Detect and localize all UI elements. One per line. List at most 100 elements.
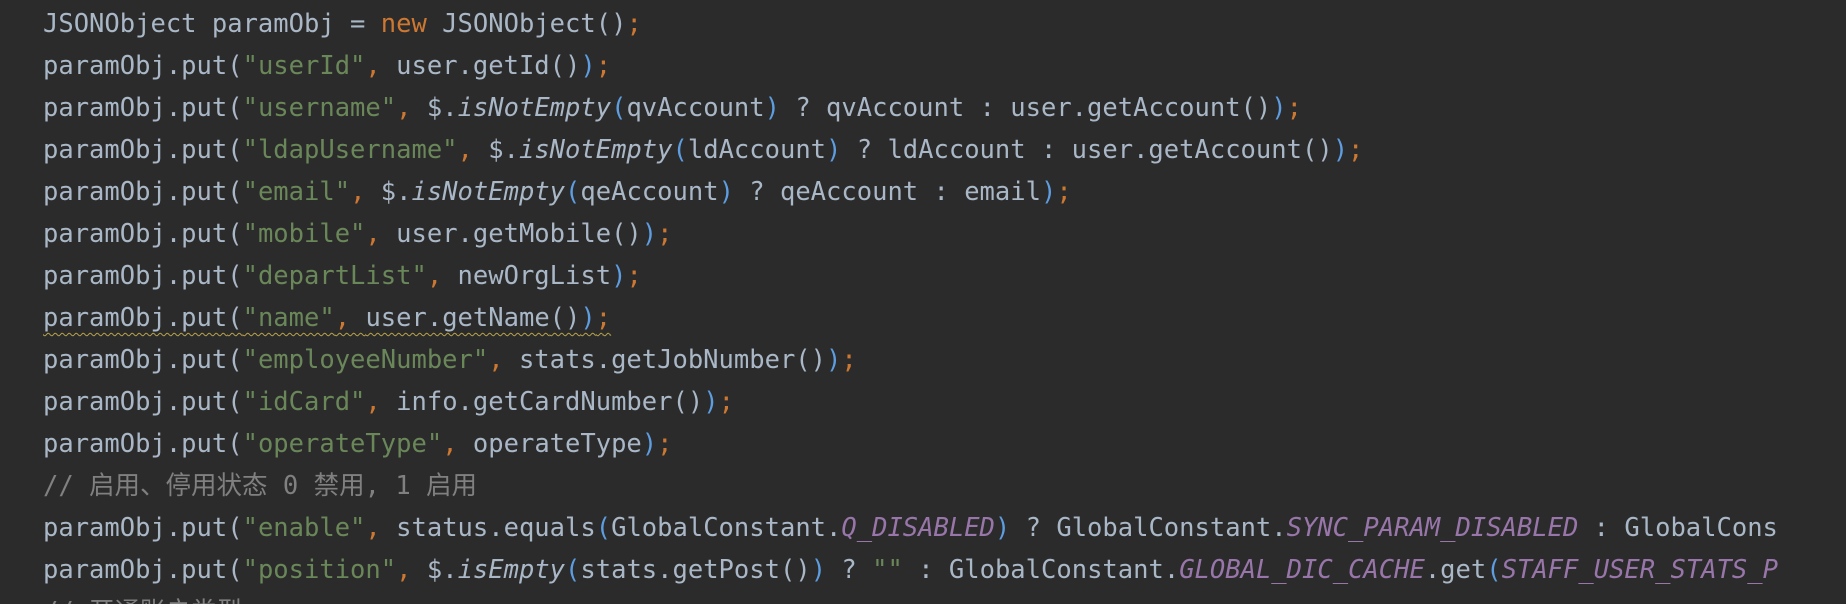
code-token: )	[826, 345, 842, 375]
code-token: newOrgList	[457, 261, 612, 291]
code-token: paramObj.put	[43, 261, 228, 291]
code-token: qeAccount	[580, 177, 719, 207]
code-token: Q_DISABLED	[841, 513, 995, 543]
code-token: ;	[657, 429, 673, 459]
code-token: "email"	[242, 177, 351, 207]
code-line[interactable]: paramObj.put("position", $.isEmpty(stats…	[43, 549, 1778, 591]
code-token: (	[227, 93, 243, 123]
code-token: ? qvAccount : user.getAccount	[779, 93, 1241, 123]
code-token: STAFF_USER_STATS_P	[1501, 555, 1778, 585]
code-line[interactable]: paramObj.put("userId", user.getId());	[43, 45, 1778, 87]
code-token: isEmpty	[457, 555, 566, 585]
code-token: paramObj.put	[43, 303, 228, 333]
code-token: ;	[718, 387, 734, 417]
code-token: ()	[1240, 93, 1272, 123]
code-token: SYNC_PARAM_DISABLED	[1286, 513, 1579, 543]
code-token: ()	[1301, 135, 1333, 165]
code-token: GlobalConstant.	[611, 513, 842, 543]
code-token: paramObj.put	[43, 387, 228, 417]
code-line[interactable]: // 启用、停用状态 0 禁用, 1 启用	[43, 465, 1778, 507]
code-token: )	[580, 51, 596, 81]
code-token: user.getId	[396, 51, 550, 81]
code-token: paramObj.put	[43, 345, 228, 375]
code-token: // 开通账户类型	[43, 597, 242, 604]
code-token: ;	[1286, 93, 1302, 123]
code-token: $.	[426, 555, 458, 585]
code-area[interactable]: JSONObject paramObj = new JSONObject(); p…	[43, 3, 1778, 604]
code-line[interactable]: paramObj.put("username", $.isNotEmpty(qv…	[43, 87, 1778, 129]
code-token: (	[227, 51, 243, 81]
code-token: )	[1332, 135, 1349, 165]
code-token: "idCard"	[242, 387, 366, 417]
code-token: ;	[657, 219, 673, 249]
code-line[interactable]: paramObj.put("operateType", operateType)…	[43, 423, 1778, 465]
code-line[interactable]: paramObj.put("mobile", user.getMobile())…	[43, 213, 1778, 255]
code-token: ? GlobalConstant.	[1010, 513, 1287, 543]
code-token: )	[1040, 177, 1057, 207]
code-token: ,	[442, 429, 473, 459]
code-token: (	[565, 177, 581, 207]
code-token: (	[227, 429, 243, 459]
code-token: ;	[595, 51, 612, 81]
code-token: paramObj.put	[43, 429, 228, 459]
code-line[interactable]: paramObj.put("departList", newOrgList);	[43, 255, 1778, 297]
code-token: ? qeAccount : email	[733, 177, 1041, 207]
code-token: "username"	[242, 93, 397, 123]
code-token: : GlobalCons	[1578, 513, 1778, 543]
code-token: paramObj.put	[43, 93, 228, 123]
code-token: (	[595, 513, 612, 543]
code-line[interactable]: JSONObject paramObj = new JSONObject();	[43, 3, 1778, 45]
code-token: )	[703, 387, 719, 417]
code-token: isNotEmpty	[457, 93, 612, 123]
code-token: user.getMobile	[396, 219, 612, 249]
code-token: ,	[350, 177, 381, 207]
code-line[interactable]: paramObj.put("idCard", info.getCardNumbe…	[43, 381, 1778, 423]
code-token: $.	[488, 135, 519, 165]
code-token: ,	[426, 261, 458, 291]
code-line[interactable]: paramObj.put("name", user.getName());	[43, 297, 1778, 339]
code-line[interactable]: paramObj.put("enable", status.equals(Glo…	[43, 507, 1778, 549]
code-token: ()	[672, 387, 704, 417]
code-token: ()	[795, 345, 827, 375]
code-token: status.equals	[396, 513, 596, 543]
warning-squiggle[interactable]: paramObj.put("name", user.getName());	[43, 303, 611, 333]
code-token: )	[580, 303, 596, 333]
code-token: "departList"	[242, 261, 427, 291]
code-token: ,	[457, 135, 489, 165]
code-token: ,	[365, 51, 397, 81]
code-token: paramObj.put	[43, 177, 228, 207]
code-token: "userId"	[242, 51, 366, 81]
code-editor[interactable]: JSONObject paramObj = new JSONObject(); p…	[0, 0, 1846, 604]
code-line[interactable]: paramObj.put("email", $.isNotEmpty(qeAcc…	[43, 171, 1778, 213]
code-token: (	[227, 135, 243, 165]
code-token: (	[227, 387, 243, 417]
code-token: GLOBAL_DIC_CACHE	[1179, 555, 1425, 585]
code-token: ,	[365, 513, 397, 543]
code-token: ;	[1056, 177, 1072, 207]
code-token: ;	[1348, 135, 1364, 165]
code-line[interactable]: // 开通账户类型	[43, 591, 1778, 604]
code-token: ,	[365, 219, 397, 249]
code-line[interactable]: paramObj.put("ldapUsername", $.isNotEmpt…	[43, 129, 1778, 171]
code-token: ? ldAccount : user.getAccount	[841, 135, 1302, 165]
code-token: stats.getPost	[580, 555, 780, 585]
code-token: : GlobalConstant.	[902, 555, 1180, 585]
code-line[interactable]: paramObj.put("employeeNumber", stats.get…	[43, 339, 1778, 381]
code-token: )	[994, 513, 1011, 543]
code-token: "enable"	[242, 513, 366, 543]
code-token: new	[380, 9, 427, 39]
code-token: (	[227, 261, 243, 291]
code-token: )	[810, 555, 827, 585]
code-token: ,	[396, 555, 427, 585]
code-token: operateType	[472, 429, 642, 459]
code-token: info.getCardNumber	[396, 387, 673, 417]
code-token: ,	[334, 303, 366, 333]
code-token: isNotEmpty	[518, 135, 673, 165]
code-token: (	[565, 555, 581, 585]
code-token: ldAccount	[687, 135, 827, 165]
code-token: paramObj.put	[43, 555, 228, 585]
code-token: // 启用、停用状态 0 禁用, 1 启用	[43, 471, 478, 501]
code-token: "operateType"	[242, 429, 443, 459]
code-token: )	[718, 177, 734, 207]
code-token: ;	[595, 303, 612, 333]
